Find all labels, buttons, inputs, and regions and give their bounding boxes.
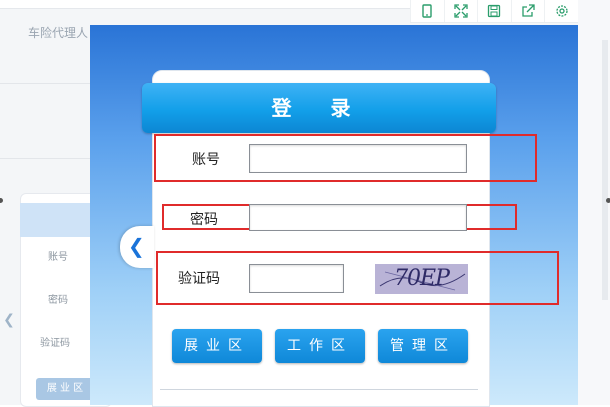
zone1-button[interactable]: 展业区	[172, 329, 262, 363]
fullscreen-icon[interactable]	[443, 0, 478, 22]
captcha-input[interactable]	[249, 264, 344, 293]
background-captcha-label: 验证码	[40, 338, 70, 349]
save-icon[interactable]	[477, 0, 511, 22]
settings-icon[interactable]	[544, 0, 578, 22]
zone3-button[interactable]: 管理区	[378, 329, 468, 363]
share-icon[interactable]	[510, 0, 545, 22]
toolbar	[410, 0, 578, 23]
background-zone-button: 展 业 区	[36, 378, 94, 400]
captcha-label: 验证码	[178, 271, 220, 287]
login-title: 登 录	[271, 96, 367, 120]
captcha-image[interactable]: 70EP	[375, 264, 468, 294]
tablet-icon[interactable]	[410, 0, 444, 22]
account-label: 账号	[192, 152, 220, 168]
captcha-text: 70EP	[394, 266, 450, 291]
chevron-left-icon: ❮	[3, 312, 15, 328]
resize-handle-right[interactable]	[606, 198, 610, 203]
background-header-title: 车险代理人	[28, 26, 89, 40]
password-input[interactable]	[249, 204, 467, 231]
divider	[0, 83, 90, 84]
background-password-label: 密码	[48, 295, 68, 306]
collapse-toggle[interactable]: ❮	[120, 226, 154, 268]
chevron-left-icon: ❮	[128, 234, 145, 258]
divider	[160, 389, 478, 390]
scrollbar[interactable]	[602, 40, 608, 300]
login-title-bar: 登 录	[142, 83, 496, 133]
divider	[0, 158, 90, 159]
background-account-label: 账号	[48, 252, 68, 263]
zone2-button[interactable]: 工作区	[275, 329, 365, 363]
account-input[interactable]	[249, 144, 467, 173]
password-label: 密码	[190, 212, 218, 228]
